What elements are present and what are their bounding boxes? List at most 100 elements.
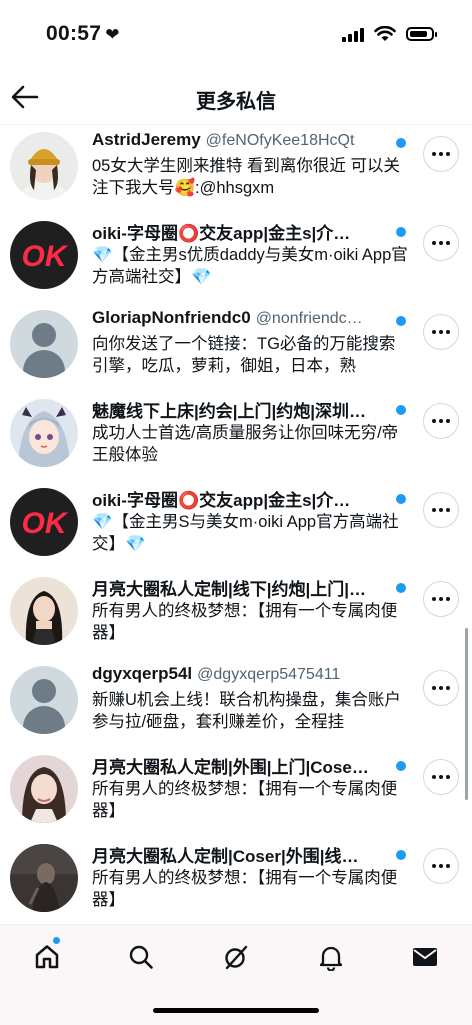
- header: 更多私信: [0, 72, 472, 125]
- display-name: oiki-字母圈⭕交友app|金主s|介…: [92, 491, 351, 510]
- conversation-list[interactable]: AstridJeremy @feNOfyKee18HcQt 05女大学生刚来推特 看…: [0, 124, 472, 924]
- unread-indicator: [396, 316, 406, 326]
- more-options-button[interactable]: [423, 225, 459, 261]
- status-bar: 00:57 ❤: [0, 0, 472, 70]
- home-notification-dot: [53, 937, 60, 944]
- avatar[interactable]: [10, 577, 78, 645]
- unread-indicator: [396, 227, 406, 237]
- home-indicator: [153, 1008, 319, 1013]
- more-options-button[interactable]: [423, 314, 459, 350]
- wifi-icon: [374, 26, 396, 41]
- conversation-content: GloriapNonfriendc0 @nonfriendc… 向你发送了一个链接：…: [92, 308, 410, 377]
- search-icon: [129, 945, 153, 969]
- name-line: 魅魔线下上床|约会|上门|约炮|深圳…: [92, 397, 410, 421]
- message-preview: 💎【金主男s优质daddy与美女m·oiki App官方高端社交】💎: [92, 246, 408, 286]
- avatar[interactable]: [10, 132, 78, 200]
- name-line: AstridJeremy @feNOfyKee18HcQt: [92, 130, 410, 154]
- unread-indicator: [396, 761, 406, 771]
- display-name: oiki-字母圈⭕交友app|金主s|介…: [92, 224, 351, 243]
- nav-grok[interactable]: [216, 937, 256, 977]
- unread-indicator: [396, 850, 406, 860]
- conversation-row[interactable]: 魅魔线下上床|约会|上门|约炮|深圳… 成功人士首选/高质量服务让你回味无穷/帝王…: [0, 391, 472, 480]
- unread-indicator: [396, 138, 406, 148]
- name-line: dgyxqerp54l @dgyxqerp5475411: [92, 664, 410, 688]
- username-handle: @feNOfyKee18HcQt: [205, 132, 355, 149]
- display-name: dgyxqerp54l: [92, 664, 193, 683]
- nav-notifications[interactable]: [311, 937, 351, 977]
- home-icon: [35, 945, 59, 969]
- conversation-content: 月亮大圈私人定制|Coser|外围|线… 所有男人的终极梦想：【拥有一个专属肉便器…: [92, 842, 410, 911]
- message-preview: 05女大学生刚来推特 看到离你很近 可以关注下我大号🥰:@hhsgxm: [92, 157, 401, 197]
- avatar[interactable]: [10, 755, 78, 823]
- message-preview: 所有男人的终极梦想：【拥有一个专属肉便器】: [92, 602, 398, 642]
- conversation-row[interactable]: 月亮大圈私人定制|外围|上门|Cose… 所有男人的终极梦想：【拥有一个专属肉便器…: [0, 747, 472, 836]
- message-preview: 向你发送了一个链接：TG必备的万能搜索引擎，吃瓜，萝莉，御姐，日本，熟: [92, 335, 396, 375]
- name-line: oiki-字母圈⭕交友app|金主s|介…: [92, 486, 410, 510]
- display-name: 月亮大圈私人定制|Coser|外围|线…: [92, 847, 359, 866]
- message-preview: 💎【金主男S与美女m·oiki App官方高端社交】💎: [92, 513, 399, 553]
- username-handle: @nonfriendc…: [255, 310, 363, 327]
- clock-text: 00:57: [46, 22, 102, 45]
- conversation-row[interactable]: dgyxqerp54l @dgyxqerp5475411 新赚U机会上线！联合机构操…: [0, 658, 472, 747]
- display-name: 月亮大圈私人定制|线下|约炮|上门|…: [92, 580, 367, 599]
- conversation-row[interactable]: OK oiki-字母圈⭕交友app|金主s|介… 💎【金主男s优质daddy与美女m…: [0, 213, 472, 302]
- status-icons: [342, 26, 437, 42]
- grok-icon: [225, 945, 248, 970]
- name-line: 月亮大圈私人定制|外围|上门|Cose…: [92, 753, 410, 777]
- message-preview: 所有男人的终极梦想：【拥有一个专属肉便器】: [92, 780, 398, 820]
- conversation-content: 月亮大圈私人定制|线下|约炮|上门|… 所有男人的终极梦想：【拥有一个专属肉便器】: [92, 575, 410, 644]
- conversation-content: oiki-字母圈⭕交友app|金主s|介… 💎【金主男s优质daddy与美女m·o…: [92, 219, 410, 288]
- conversation-row[interactable]: OK oiki-字母圈⭕交友app|金主s|介… 💎【金主男S与美女m·oiki A…: [0, 480, 472, 569]
- message-preview: 所有男人的终极梦想：【拥有一个专属肉便器】: [92, 869, 398, 909]
- mail-icon: [413, 948, 437, 966]
- nav-home[interactable]: [27, 937, 67, 977]
- scrollbar[interactable]: [465, 628, 468, 800]
- cellular-signal-icon: [342, 26, 364, 42]
- display-name: GloriapNonfriendc0: [92, 308, 251, 327]
- conversation-content: AstridJeremy @feNOfyKee18HcQt 05女大学生刚来推特 看…: [92, 130, 410, 199]
- conversation-content: 魅魔线下上床|约会|上门|约炮|深圳… 成功人士首选/高质量服务让你回味无穷/帝王…: [92, 397, 410, 466]
- conversation-row[interactable]: AstridJeremy @feNOfyKee18HcQt 05女大学生刚来推特 看…: [0, 124, 472, 213]
- conversation-row[interactable]: 月亮大圈私人定制|线下|约炮|上门|… 所有男人的终极梦想：【拥有一个专属肉便器】: [0, 569, 472, 658]
- avatar[interactable]: [10, 844, 78, 912]
- more-options-button[interactable]: [423, 848, 459, 884]
- unread-indicator: [396, 583, 406, 593]
- avatar[interactable]: [10, 310, 78, 378]
- nav-messages[interactable]: [405, 937, 445, 977]
- avatar[interactable]: OK: [10, 488, 78, 556]
- svg-text:OK: OK: [22, 507, 69, 539]
- more-options-button[interactable]: [423, 670, 459, 706]
- display-name: 魅魔线下上床|约会|上门|约炮|深圳…: [92, 402, 367, 421]
- username-handle: @dgyxqerp5475411: [197, 666, 341, 683]
- bell-icon: [319, 946, 343, 971]
- status-time: 00:57 ❤: [46, 22, 120, 46]
- conversation-content: oiki-字母圈⭕交友app|金主s|介… 💎【金主男S与美女m·oiki App…: [92, 486, 410, 555]
- name-line: 月亮大圈私人定制|Coser|外围|线…: [92, 842, 410, 866]
- unread-indicator: [396, 494, 406, 504]
- page-title: 更多私信: [196, 91, 276, 113]
- avatar[interactable]: OK: [10, 221, 78, 289]
- more-options-button[interactable]: [423, 759, 459, 795]
- svg-text:OK: OK: [22, 240, 69, 272]
- conversation-content: dgyxqerp54l @dgyxqerp5475411 新赚U机会上线！联合机构操…: [92, 664, 410, 733]
- display-name: AstridJeremy: [92, 130, 201, 149]
- more-options-button[interactable]: [423, 492, 459, 528]
- display-name: 月亮大圈私人定制|外围|上门|Cose…: [92, 758, 369, 777]
- unread-indicator: [396, 405, 406, 415]
- more-options-button[interactable]: [423, 403, 459, 439]
- message-preview: 成功人士首选/高质量服务让你回味无穷/帝王般体验: [92, 424, 399, 464]
- name-line: oiki-字母圈⭕交友app|金主s|介…: [92, 219, 410, 243]
- name-line: 月亮大圈私人定制|线下|约炮|上门|…: [92, 575, 410, 599]
- more-options-button[interactable]: [423, 136, 459, 172]
- name-line: GloriapNonfriendc0 @nonfriendc…: [92, 308, 410, 332]
- conversation-row[interactable]: GloriapNonfriendc0 @nonfriendc… 向你发送了一个链接：…: [0, 302, 472, 391]
- heart-icon: ❤: [105, 25, 120, 44]
- avatar[interactable]: [10, 666, 78, 734]
- conversation-row[interactable]: 月亮大圈私人定制|Coser|外围|线… 所有男人的终极梦想：【拥有一个专属肉便器…: [0, 836, 472, 924]
- more-options-button[interactable]: [423, 581, 459, 617]
- avatar[interactable]: [10, 399, 78, 467]
- battery-icon: [406, 27, 437, 41]
- message-preview: 新赚U机会上线！联合机构操盘，集合账户参与拉/砸盘，套利赚差价，全程挂: [92, 691, 401, 731]
- conversation-content: 月亮大圈私人定制|外围|上门|Cose… 所有男人的终极梦想：【拥有一个专属肉便器…: [92, 753, 410, 822]
- nav-search[interactable]: [121, 937, 161, 977]
